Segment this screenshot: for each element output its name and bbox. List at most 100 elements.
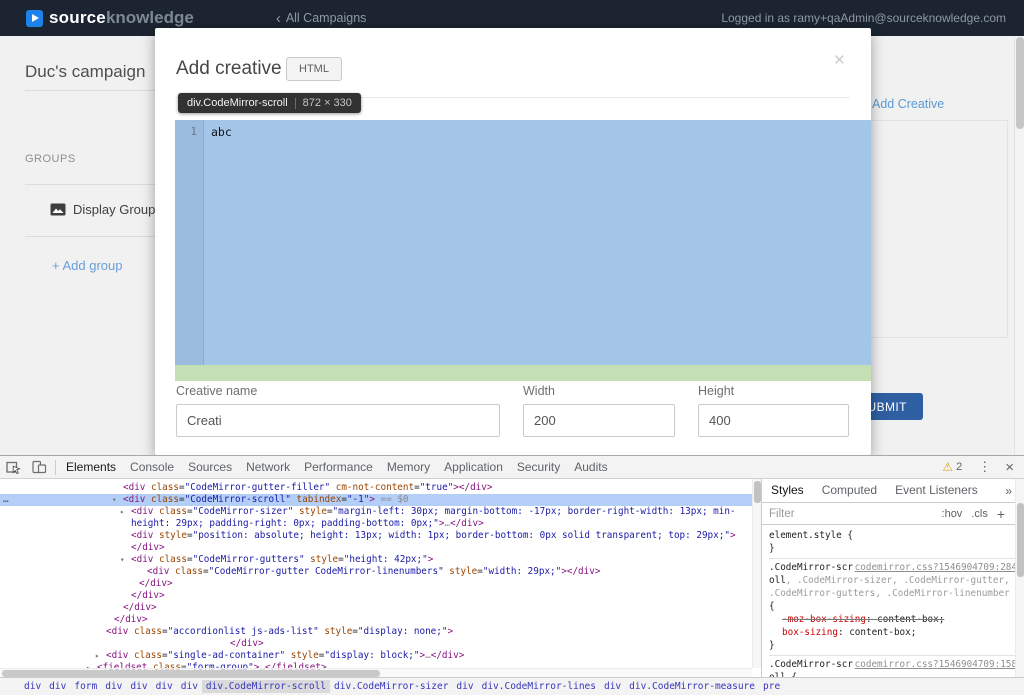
add-creative-link[interactable]: Add Creative xyxy=(872,97,944,111)
styles-filter-input[interactable]: Filter xyxy=(769,508,795,520)
breadcrumb-item[interactable]: div xyxy=(452,680,477,693)
collapse-arrow-icon[interactable]: ▾ xyxy=(112,494,117,506)
close-icon[interactable]: × xyxy=(834,50,845,72)
tree-vertical-scrollbar[interactable] xyxy=(752,479,761,668)
breadcrumb-item[interactable]: div.CodeMirror-sizer xyxy=(330,680,452,693)
sidebar-tab-event-listeners[interactable]: Event Listeners xyxy=(886,479,987,502)
devtools-menu-icon[interactable]: ⋮ xyxy=(970,459,999,475)
syntax-token: <div xyxy=(147,566,169,577)
syntax-token: "accordionlist js-ads-list" xyxy=(168,626,319,637)
dom-tree-row[interactable]: </div> xyxy=(0,590,761,602)
syntax-token: <div xyxy=(106,626,128,637)
syntax-token: "height: 42px;" xyxy=(344,554,428,565)
height-label: Height xyxy=(698,384,849,398)
breadcrumb-item[interactable]: div xyxy=(126,680,151,693)
devtools-toolbar-right: ⚠ 2 ⋮ × xyxy=(934,459,1024,476)
dom-tree-row[interactable]: <div class="accordionlist js-ads-list" s… xyxy=(0,626,761,638)
scrollbar-thumb[interactable] xyxy=(1017,503,1024,577)
breadcrumb-item[interactable]: pre xyxy=(759,680,784,693)
dom-tree-row[interactable]: </div> xyxy=(0,614,761,626)
breadcrumb-item[interactable]: div.CodeMirror-measure xyxy=(625,680,759,693)
breadcrumb-item[interactable]: div xyxy=(20,680,45,693)
add-group-link[interactable]: + Add group xyxy=(52,258,122,273)
inspect-element-icon[interactable] xyxy=(0,456,26,478)
syntax-token: "display: none;" xyxy=(358,626,448,637)
warning-count: 2 xyxy=(956,461,962,473)
styles-scrollbar[interactable] xyxy=(1015,479,1024,677)
html-type-badge[interactable]: HTML xyxy=(286,57,342,81)
creative-name-label: Creative name xyxy=(176,384,500,398)
css-property[interactable]: -moz-box-sizing: content-box; xyxy=(769,613,1017,626)
devtools-tab-memory[interactable]: Memory xyxy=(380,456,437,478)
devtools-tab-performance[interactable]: Performance xyxy=(297,456,380,478)
expand-arrow-icon[interactable]: ▸ xyxy=(120,506,125,518)
devtools-tab-sources[interactable]: Sources xyxy=(181,456,239,478)
devtools-tab-elements[interactable]: Elements xyxy=(59,456,123,478)
tree-horizontal-scrollbar[interactable] xyxy=(0,668,752,677)
devtools-close-icon[interactable]: × xyxy=(999,459,1024,476)
collapse-arrow-icon[interactable]: ▾ xyxy=(120,554,125,566)
styles-toggle-group: :hov .cls + xyxy=(942,506,1017,522)
expand-arrow-icon[interactable]: ▸ xyxy=(95,650,100,662)
stylesheet-link[interactable]: codemirror.css?1546904709:284 xyxy=(855,561,1017,574)
dom-tree-row[interactable]: <div class="CodeMirror-gutter-filler" cm… xyxy=(0,482,761,494)
syntax-token: ></div> xyxy=(561,566,600,577)
sidebar-tab-computed[interactable]: Computed xyxy=(813,479,886,502)
dom-tree-row[interactable]: ▾<div class="CodeMirror-gutters" style="… xyxy=(0,554,761,566)
warning-icon: ⚠ xyxy=(942,460,953,474)
scrollbar-thumb[interactable] xyxy=(2,670,380,677)
breadcrumb-item[interactable]: div.CodeMirror-lines xyxy=(478,680,600,693)
device-toolbar-icon[interactable] xyxy=(26,456,52,478)
scrollbar-thumb[interactable] xyxy=(1016,37,1024,129)
new-style-rule-icon[interactable]: + xyxy=(997,506,1005,522)
toggle-classes[interactable]: .cls xyxy=(971,508,988,520)
syntax-token: class xyxy=(128,650,162,661)
width-input[interactable] xyxy=(523,404,675,437)
breadcrumb-item[interactable]: div.CodeMirror-scroll xyxy=(202,680,330,693)
page-scrollbar[interactable] xyxy=(1014,36,1024,455)
breadcrumb-item[interactable]: div xyxy=(152,680,177,693)
dom-tree-row[interactable]: </div> xyxy=(0,638,761,650)
breadcrumb-item[interactable]: div xyxy=(600,680,625,693)
breadcrumb-item[interactable]: div xyxy=(177,680,202,693)
display-group-item[interactable]: Display Group (1 xyxy=(50,202,171,217)
scrollbar-thumb[interactable] xyxy=(754,481,761,503)
dom-tree-row-selected[interactable]: ▾…<div class="CodeMirror-scroll" tabinde… xyxy=(0,494,761,506)
height-input[interactable] xyxy=(698,404,849,437)
devtools-panel: ElementsConsoleSourcesNetworkPerformance… xyxy=(0,455,1024,695)
syntax-token: "width: 29px;" xyxy=(483,566,561,577)
syntax-token: </div> xyxy=(131,590,165,601)
syntax-token: tabindex xyxy=(291,494,341,505)
css-property[interactable]: box-sizing: content-box; xyxy=(769,626,1017,639)
console-warnings-badge[interactable]: ⚠ 2 xyxy=(934,460,970,474)
selector-token: , .CodeMirror-sizer, .CodeMirror-gutter,… xyxy=(769,575,1010,599)
breadcrumb-item[interactable]: div xyxy=(45,680,70,693)
all-campaigns-link[interactable]: ‹ All Campaigns xyxy=(276,11,367,26)
tooltip-dimensions: 872 × 330 xyxy=(303,97,352,109)
inspect-tooltip: div.CodeMirror-scroll 872 × 330 xyxy=(178,93,361,113)
dom-tree-row[interactable]: </div> xyxy=(0,602,761,614)
devtools-tab-audits[interactable]: Audits xyxy=(567,456,614,478)
devtools-tab-console[interactable]: Console xyxy=(123,456,181,478)
sidebar-tab-styles[interactable]: Styles xyxy=(762,479,813,502)
padding-highlight xyxy=(175,365,871,381)
devtools-tab-network[interactable]: Network xyxy=(239,456,297,478)
breadcrumb-item[interactable]: div xyxy=(101,680,126,693)
dom-tree-row[interactable]: ▸<div class="single-ad-container" style=… xyxy=(0,650,761,662)
dom-tree-row[interactable]: <div style="position: absolute; height: … xyxy=(0,530,761,554)
css-selector[interactable]: element.style { xyxy=(769,529,1017,542)
devtools-tab-security[interactable]: Security xyxy=(510,456,567,478)
dom-tree-row[interactable]: </div> xyxy=(0,578,761,590)
code-editor[interactable]: 1 abc xyxy=(175,120,871,365)
toggle-hover-state[interactable]: :hov xyxy=(942,508,963,520)
dom-tree-row[interactable]: <div class="CodeMirror-gutter CodeMirror… xyxy=(0,566,761,578)
creative-name-input[interactable] xyxy=(176,404,500,437)
stylesheet-link[interactable]: codemirror.css?1546904709:158 xyxy=(855,658,1017,671)
breadcrumb-item[interactable]: form xyxy=(70,680,101,693)
syntax-token: style xyxy=(285,650,319,661)
css-rule: codemirror.css?1546904709:284.CodeMirror… xyxy=(769,558,1017,655)
devtools-tab-application[interactable]: Application xyxy=(437,456,510,478)
dom-tree-row[interactable]: ▸<div class="CodeMirror-sizer" style="ma… xyxy=(0,506,761,530)
brand-logo[interactable]: source knowledge xyxy=(26,8,194,28)
image-icon xyxy=(50,203,66,216)
